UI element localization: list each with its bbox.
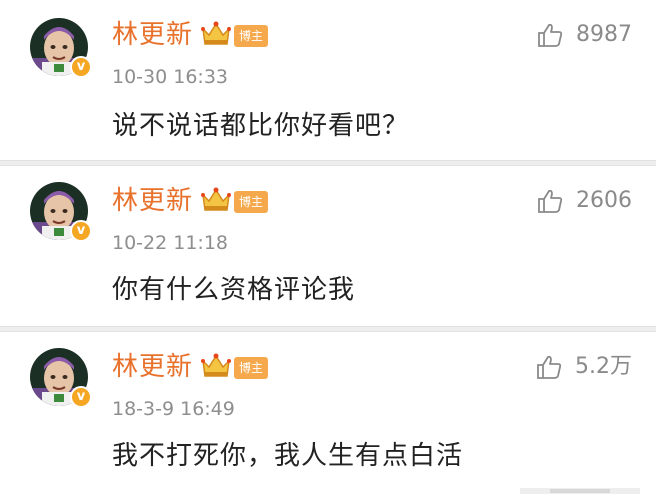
comment-timestamp: 10-30 16:33 (112, 66, 229, 88)
comment-text: 你有什么资格评论我 (112, 275, 356, 305)
username[interactable]: 林更新 (112, 20, 193, 50)
like-count: 5.2万 (575, 354, 632, 379)
blogger-badge: 博主 (234, 25, 268, 47)
comment-text: 我不打死你，我人生有点白活 (112, 441, 464, 471)
like-button[interactable]: 5.2万 (535, 352, 632, 382)
comment-item: v 林更新 博主 10-22 11:18 你有什么资格评论我 2606 (0, 166, 656, 326)
username[interactable]: 林更新 (112, 186, 193, 216)
username[interactable]: 林更新 (112, 352, 193, 382)
comment-item: v 林更新 博主 18-3-9 16:49 我不打死你，我人生有点白活 5.2万 (0, 332, 656, 500)
crown-icon (201, 353, 231, 377)
thumbs-up-icon (538, 23, 563, 47)
avatar[interactable]: v (30, 18, 92, 78)
comment-timestamp: 18-3-9 16:49 (112, 398, 235, 420)
verified-badge: v (70, 220, 92, 242)
thumbs-up-icon (537, 355, 562, 379)
like-count: 8987 (576, 22, 632, 47)
comment-timestamp: 10-22 11:18 (112, 232, 229, 254)
comment-item: v 林更新 博主 10-30 16:33 说不说话都比你好看吧？ 8987 (0, 0, 656, 160)
verified-badge: v (70, 56, 92, 78)
avatar[interactable]: v (30, 182, 92, 242)
crown-icon (201, 187, 231, 211)
comment-text: 说不说话都比你好看吧？ (112, 111, 410, 141)
blogger-badge: 博主 (234, 191, 268, 213)
verified-badge: v (70, 386, 92, 408)
like-button[interactable]: 2606 (536, 186, 632, 216)
like-button[interactable]: 8987 (536, 20, 632, 50)
like-count: 2606 (576, 188, 632, 213)
thumbs-up-icon (538, 189, 563, 213)
watermark-bar (520, 488, 640, 494)
crown-icon (201, 21, 231, 45)
blogger-badge: 博主 (234, 357, 268, 379)
avatar[interactable]: v (30, 348, 92, 408)
